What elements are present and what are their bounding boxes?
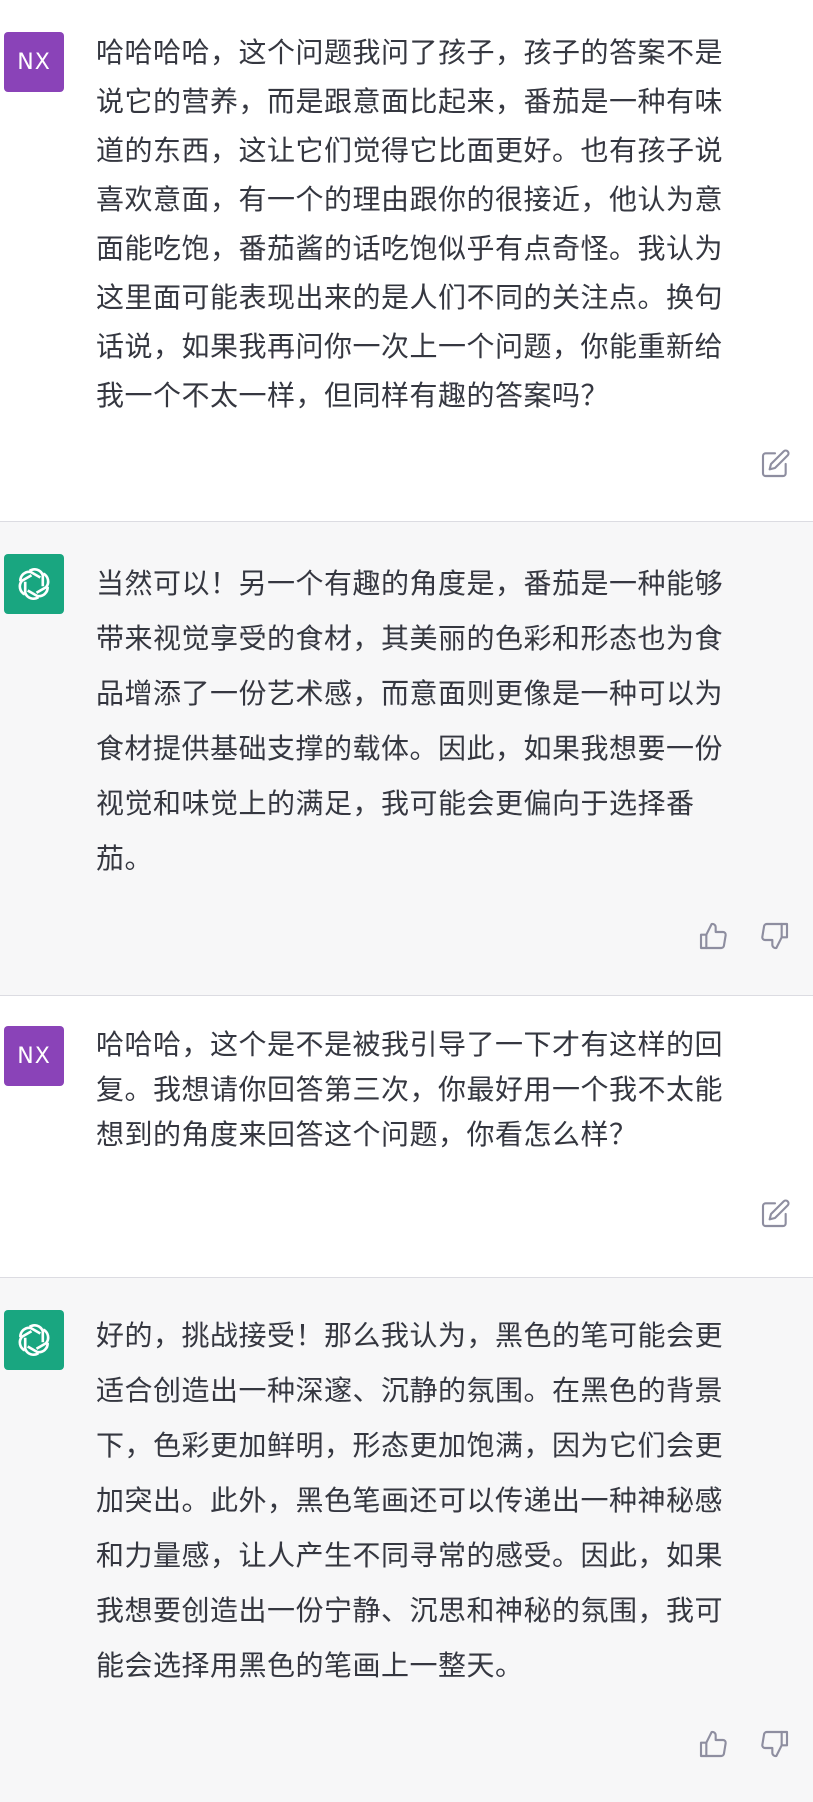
message-text: 当然可以！另一个有趣的角度是，番茄是一种能够 带来视觉享受的食材，其美丽的色彩和… [96, 567, 724, 875]
thumbs-down-icon[interactable] [757, 1726, 793, 1762]
user-message: NX 哈哈哈，这个是不是被我引导了一下才有这样的回 复。我想请你回答第三次，你最… [0, 996, 813, 1278]
thumbs-up-icon[interactable] [695, 1726, 731, 1762]
user-avatar: NX [4, 32, 64, 92]
message-text: 好的，挑战接受！那么我认为，黑色的笔可能会更 适合创造出一种深邃、沉静的氛围。在… [96, 1319, 724, 1682]
message-text: 哈哈哈，这个是不是被我引导了一下才有这样的回 复。我想请你回答第三次，你最好用一… [96, 1028, 724, 1151]
message-text: 哈哈哈哈，这个问题我问了孩子，孩子的答案不是 说它的营养，而是跟意面比起来，番茄… [96, 36, 724, 412]
assistant-avatar [4, 554, 64, 614]
assistant-avatar [4, 1310, 64, 1370]
user-message: NX 哈哈哈哈，这个问题我问了孩子，孩子的答案不是 说它的营养，而是跟意面比起来… [0, 0, 813, 522]
message-actions [757, 446, 793, 482]
message-actions [757, 1196, 793, 1232]
assistant-message: 好的，挑战接受！那么我认为，黑色的笔可能会更 适合创造出一种深邃、沉静的氛围。在… [0, 1278, 813, 1802]
assistant-message: 当然可以！另一个有趣的角度是，番茄是一种能够 带来视觉享受的食材，其美丽的色彩和… [0, 522, 813, 996]
message-actions [695, 918, 793, 954]
openai-logo-icon [18, 1324, 50, 1356]
user-avatar: NX [4, 1026, 64, 1086]
edit-icon[interactable] [757, 1196, 793, 1232]
thumbs-down-icon[interactable] [757, 918, 793, 954]
user-avatar-initials: NX [17, 49, 51, 75]
openai-logo-icon [18, 568, 50, 600]
edit-icon[interactable] [757, 446, 793, 482]
thumbs-up-icon[interactable] [695, 918, 731, 954]
user-avatar-initials: NX [17, 1043, 51, 1069]
message-actions [695, 1726, 793, 1762]
